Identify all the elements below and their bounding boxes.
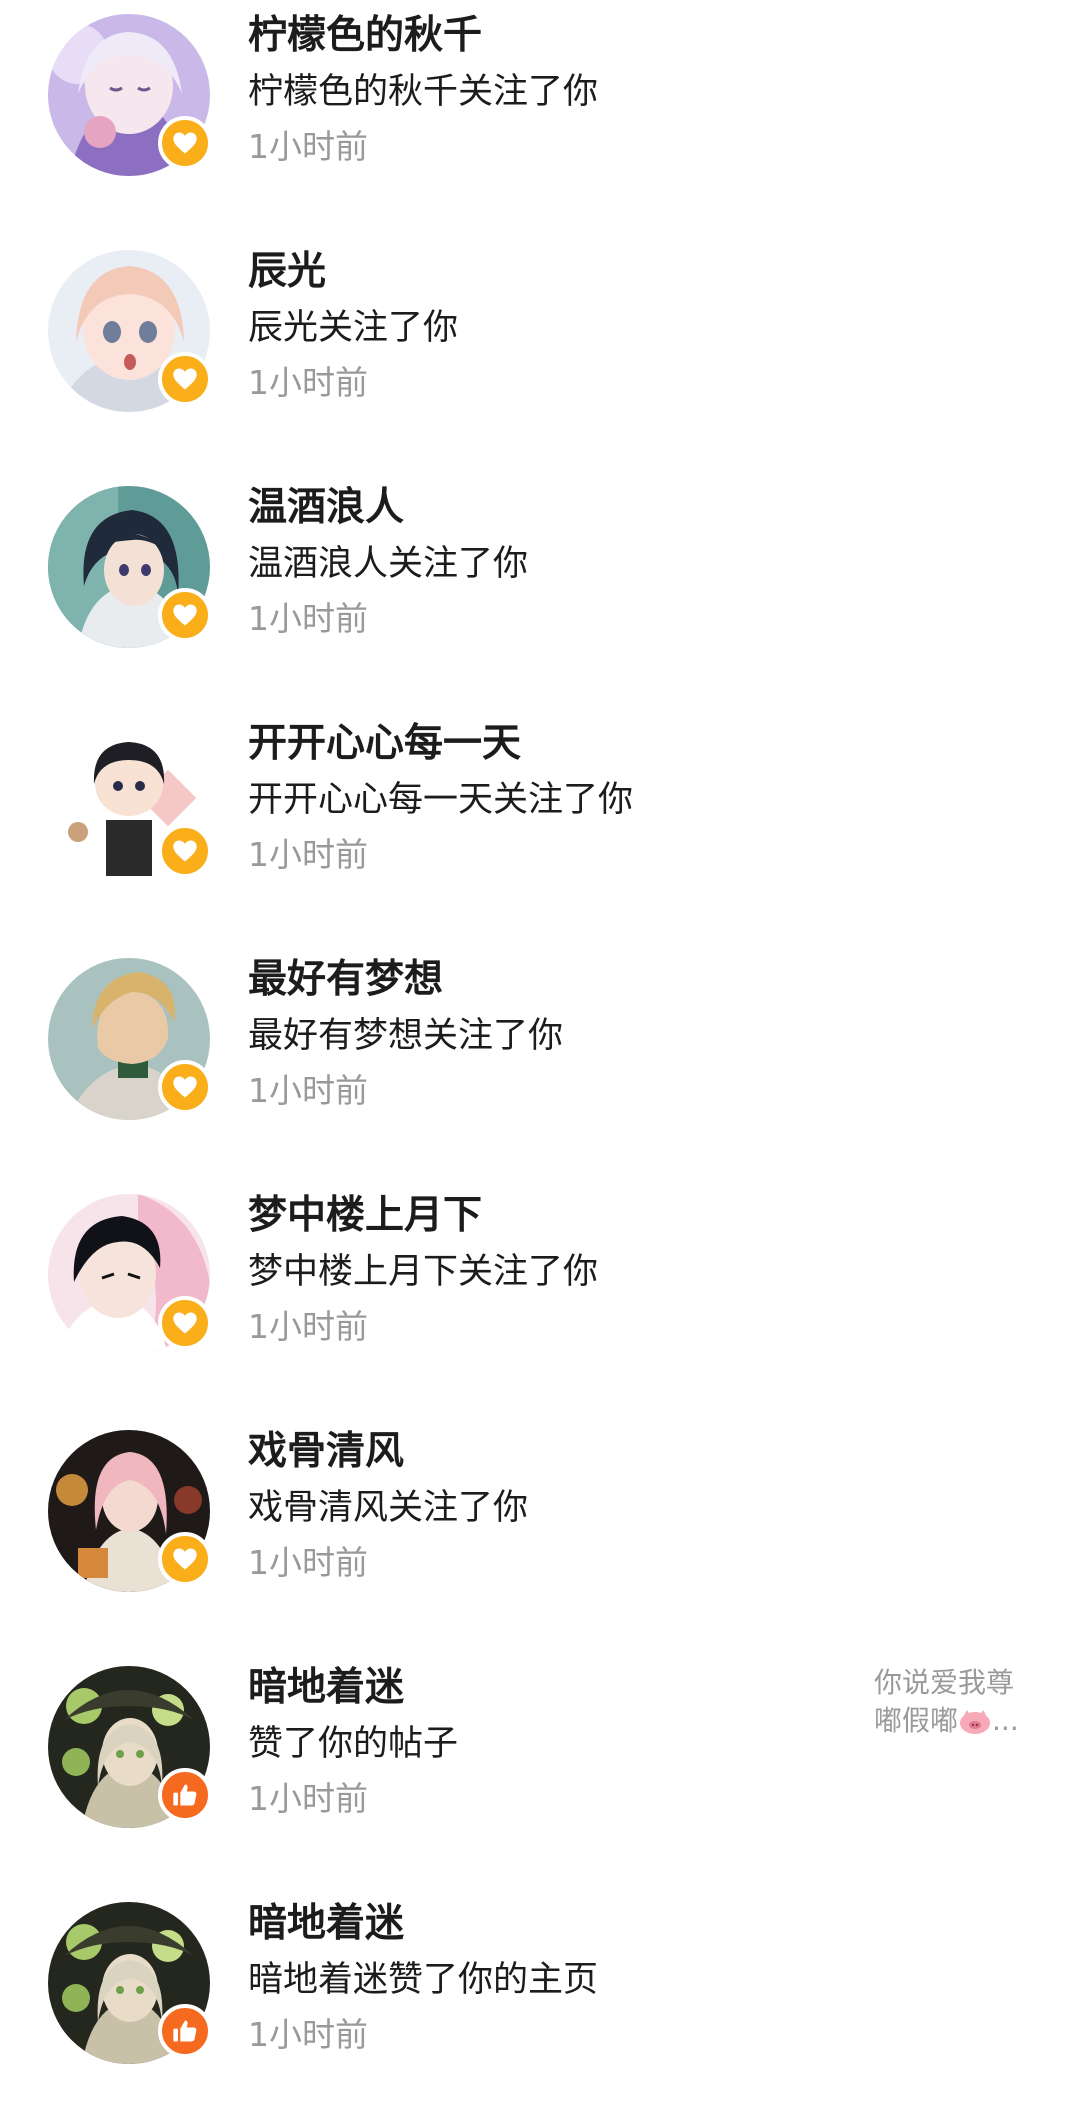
notification-item[interactable]: 梦中楼上月下 梦中楼上月下关注了你 1小时前 (0, 1180, 1080, 1416)
timestamp: 1小时前 (248, 2015, 368, 2054)
timestamp: 1小时前 (248, 127, 368, 166)
pig-emoji-icon (958, 1709, 992, 1735)
heart-icon (173, 368, 197, 390)
username[interactable]: 辰光 (248, 246, 326, 298)
notification-item[interactable]: 暗地着迷 赞了你的帖子 1小时前 你说爱我尊 嘟假嘟... (0, 1652, 1080, 1888)
follow-badge (158, 588, 212, 642)
notification-item[interactable]: 柠檬色的秋千 柠檬色的秋千关注了你 1小时前 (0, 0, 1080, 236)
notification-item[interactable]: 温酒浪人 温酒浪人关注了你 1小时前 (0, 472, 1080, 708)
notification-message: 柠檬色的秋千关注了你 (248, 72, 599, 112)
notification-item[interactable]: 开开心心每一天 开开心心每一天关注了你 1小时前 (0, 708, 1080, 944)
notification-message: 最好有梦想关注了你 (248, 1016, 564, 1056)
post-preview-text: 嘟假嘟 (874, 1704, 959, 1737)
follow-badge (158, 1060, 212, 1114)
heart-icon (173, 132, 197, 154)
thumbs-up-icon (173, 1784, 197, 1806)
follow-badge (158, 352, 212, 406)
follow-badge (158, 824, 212, 878)
notification-message: 温酒浪人关注了你 (248, 544, 529, 584)
heart-icon (173, 840, 197, 862)
post-preview[interactable]: 你说爱我尊 嘟假嘟... (874, 1664, 1044, 1740)
timestamp: 1小时前 (248, 599, 368, 638)
notification-message: 赞了你的帖子 (248, 1724, 459, 1764)
username[interactable]: 暗地着迷 (248, 1898, 404, 1950)
username[interactable]: 最好有梦想 (248, 954, 443, 1006)
post-preview-ellipsis: ... (992, 1704, 1019, 1737)
username[interactable]: 暗地着迷 (248, 1662, 404, 1714)
notification-item[interactable]: 暗地着迷 暗地着迷赞了你的主页 1小时前 (0, 1888, 1080, 2124)
follow-badge (158, 1296, 212, 1350)
timestamp: 1小时前 (248, 1543, 368, 1582)
thumbs-up-icon (173, 2020, 197, 2042)
timestamp: 1小时前 (248, 363, 368, 402)
username[interactable]: 柠檬色的秋千 (248, 10, 482, 62)
username[interactable]: 开开心心每一天 (248, 718, 521, 770)
follow-badge (158, 116, 212, 170)
like-badge (158, 1768, 212, 1822)
username[interactable]: 梦中楼上月下 (248, 1190, 482, 1242)
notification-message: 暗地着迷赞了你的主页 (248, 1960, 599, 2000)
notification-item[interactable]: 戏骨清风 戏骨清风关注了你 1小时前 (0, 1416, 1080, 1652)
notification-message: 梦中楼上月下关注了你 (248, 1252, 599, 1292)
post-preview-line2: 嘟假嘟... (874, 1702, 1044, 1740)
timestamp: 1小时前 (248, 1779, 368, 1818)
notification-message: 戏骨清风关注了你 (248, 1488, 529, 1528)
heart-icon (173, 1312, 197, 1334)
heart-icon (173, 1548, 197, 1570)
timestamp: 1小时前 (248, 1071, 368, 1110)
notification-item[interactable]: 最好有梦想 最好有梦想关注了你 1小时前 (0, 944, 1080, 1180)
like-badge (158, 2004, 212, 2058)
heart-icon (173, 604, 197, 626)
timestamp: 1小时前 (248, 1307, 368, 1346)
username[interactable]: 戏骨清风 (248, 1426, 404, 1478)
follow-badge (158, 1532, 212, 1586)
notification-list: 柠檬色的秋千 柠檬色的秋千关注了你 1小时前 辰光 辰光关注了你 1小时前 温酒… (0, 0, 1080, 2096)
notification-message: 开开心心每一天关注了你 (248, 780, 634, 820)
notification-message: 辰光关注了你 (248, 308, 459, 348)
post-preview-line1: 你说爱我尊 (874, 1666, 1015, 1699)
notification-item[interactable]: 辰光 辰光关注了你 1小时前 (0, 236, 1080, 472)
username[interactable]: 温酒浪人 (248, 482, 404, 534)
heart-icon (173, 1076, 197, 1098)
timestamp: 1小时前 (248, 835, 368, 874)
